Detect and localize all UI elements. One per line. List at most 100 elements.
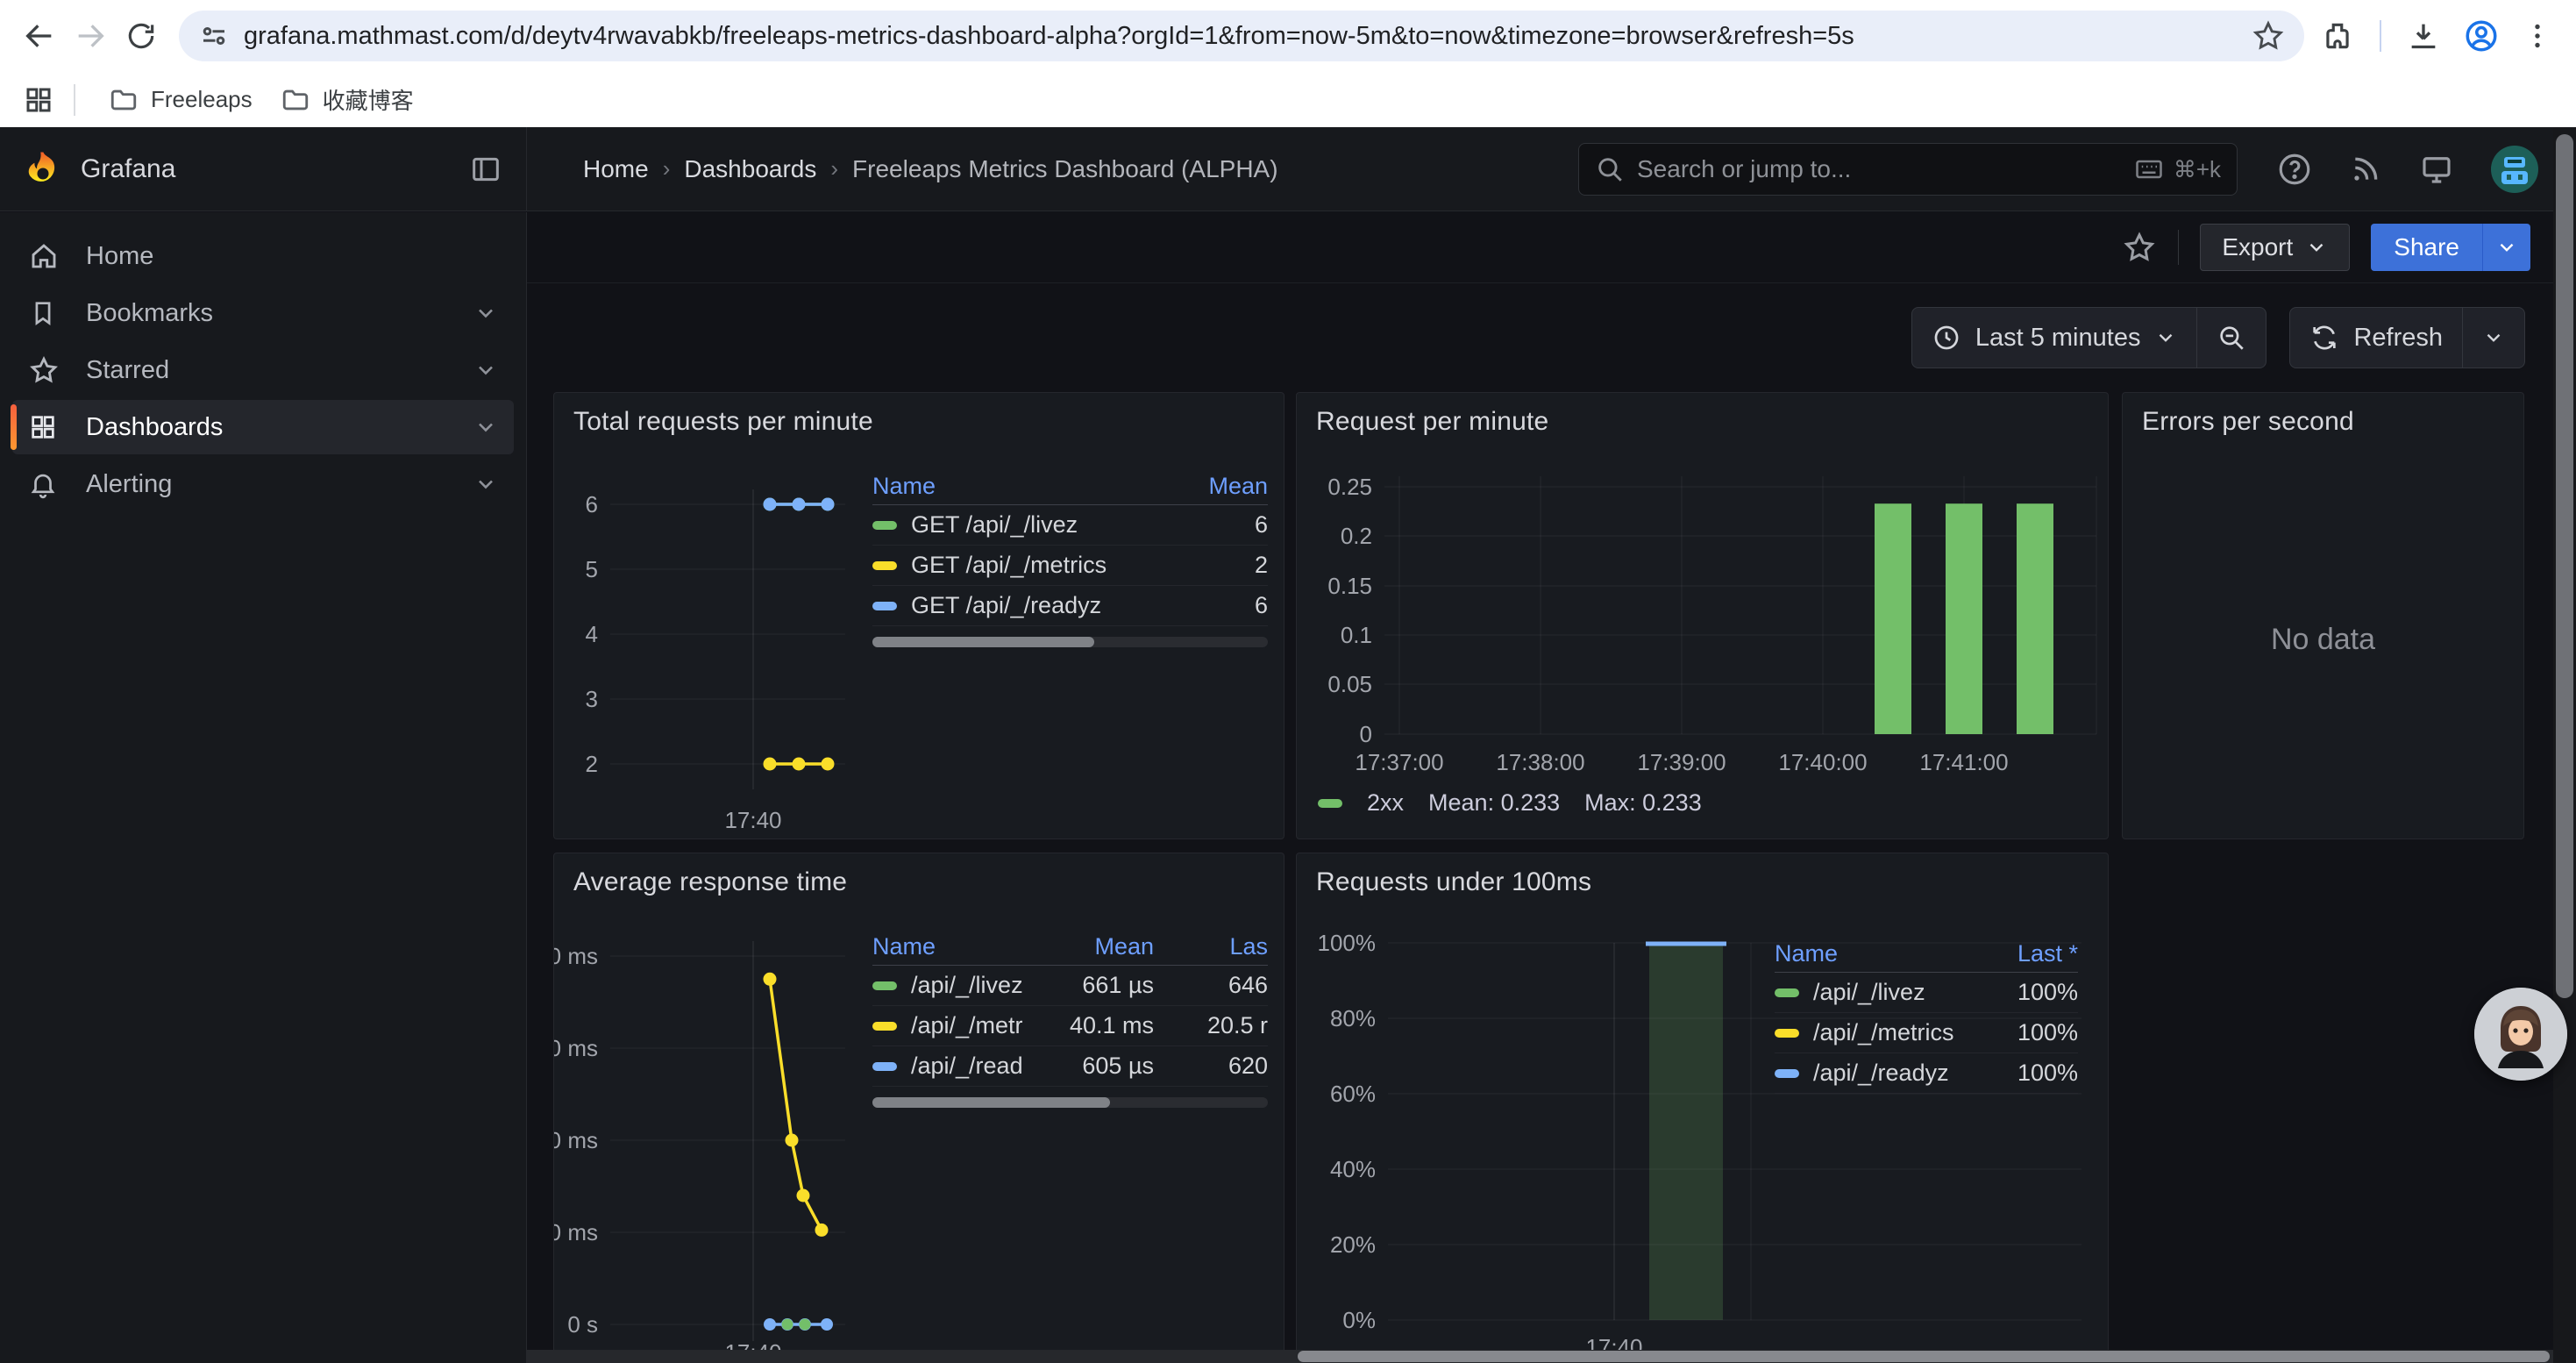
series-mean: Mean: 0.233	[1428, 789, 1560, 817]
legend-header-mean[interactable]: Mean	[1154, 473, 1268, 500]
url-text[interactable]: grafana.mathmast.com/d/deytv4rwavabkb/fr…	[244, 22, 2252, 51]
svg-text:4: 4	[586, 621, 598, 647]
refresh-interval-button[interactable]	[2462, 308, 2524, 368]
legend-row[interactable]: /api/_/livez 100%	[1775, 973, 2078, 1013]
star-icon	[28, 354, 86, 386]
legend-header-mean[interactable]: Mean	[1022, 933, 1154, 960]
series-last: 646	[1154, 972, 1268, 999]
browser-menu-icon[interactable]	[2518, 15, 2557, 57]
downloads-icon[interactable]	[2402, 15, 2444, 57]
legend-header-name[interactable]: Name	[872, 473, 1154, 500]
series-name[interactable]: GET /api/_/metrics	[911, 552, 1107, 579]
series-name[interactable]: GET /api/_/readyz	[911, 592, 1101, 619]
series-name[interactable]: /api/_/metrics	[911, 1012, 1022, 1039]
panel-errors-per-second[interactable]: Errors per second No data	[2122, 392, 2524, 839]
news-rss-icon[interactable]	[2348, 152, 2383, 187]
series-name[interactable]: 2xx	[1367, 789, 1404, 817]
series-name[interactable]: /api/_/livez	[1813, 979, 1925, 1006]
svg-text:17:40:00: 17:40:00	[1778, 749, 1867, 775]
panel-total-requests-per-minute[interactable]: Total requests per minute 6543217:40 Nam…	[553, 392, 1284, 839]
chevron-down-icon	[2305, 236, 2328, 259]
legend-row[interactable]: GET /api/_/metrics 2	[872, 546, 1268, 586]
floating-assistant-avatar[interactable]	[2474, 988, 2567, 1081]
zoom-out-button[interactable]	[2196, 308, 2266, 368]
scrollbar-thumb[interactable]	[872, 1097, 1110, 1108]
legend-row[interactable]: GET /api/_/readyz 6	[872, 586, 1268, 626]
series-name[interactable]: /api/_/readyz	[911, 1053, 1022, 1080]
legend-header-name[interactable]: Name	[872, 933, 1022, 960]
share-button[interactable]: Share	[2371, 224, 2482, 271]
legend-row[interactable]: /api/_/livez 661 µs 646	[872, 966, 1268, 1006]
series-name[interactable]: /api/_/livez	[911, 972, 1022, 999]
series-mean: 2	[1154, 552, 1268, 579]
legend-header-name[interactable]: Name	[1775, 940, 1964, 967]
scrollbar-thumb[interactable]	[872, 637, 1094, 647]
sidebar-item-dashboards[interactable]: Dashboards	[12, 400, 514, 454]
browser-reload-button[interactable]	[116, 11, 167, 61]
chart-legend: 2xx Mean: 0.233 Max: 0.233	[1318, 789, 1702, 817]
chevron-down-icon[interactable]	[473, 301, 498, 325]
help-icon[interactable]	[2276, 151, 2313, 188]
share-menu-button[interactable]	[2482, 224, 2530, 271]
series-name[interactable]: /api/_/readyz	[1813, 1060, 1949, 1087]
series-mean: 6	[1154, 592, 1268, 619]
svg-text:17:41:00: 17:41:00	[1919, 749, 2008, 775]
apps-grid-icon[interactable]	[23, 84, 54, 116]
legend-row[interactable]: /api/_/metrics 100%	[1775, 1013, 2078, 1053]
legend-row[interactable]: GET /api/_/livez 6	[872, 505, 1268, 546]
scrollbar-thumb[interactable]	[2556, 134, 2573, 998]
extensions-icon[interactable]	[2316, 15, 2359, 57]
series-name[interactable]: /api/_/metrics	[1813, 1019, 1954, 1046]
user-avatar[interactable]	[2490, 145, 2539, 194]
sidebar-item-bookmarks[interactable]: Bookmarks	[12, 286, 514, 340]
dashboard-actions-bar: Export Share	[527, 212, 2576, 283]
chevron-down-icon[interactable]	[473, 415, 498, 439]
bookmarks-divider	[74, 84, 75, 116]
refresh-button[interactable]: Refresh	[2290, 308, 2462, 368]
sidebar-item-label: Starred	[86, 356, 169, 385]
profile-avatar-icon[interactable]	[2460, 15, 2502, 57]
breadcrumb-home[interactable]: Home	[583, 155, 649, 183]
search-box[interactable]: ⌘+k	[1578, 143, 2238, 196]
page-horizontal-scrollbar[interactable]	[527, 1350, 2553, 1363]
panel-average-response-time[interactable]: Average response time 80 ms60 ms40 ms20 …	[553, 853, 1284, 1363]
bookmark-folder-blogs[interactable]: 收藏博客	[267, 76, 428, 123]
legend-header: Name Last *	[1775, 936, 2078, 973]
chevron-down-icon[interactable]	[473, 358, 498, 382]
legend-row[interactable]: /api/_/metrics 40.1 ms 20.5 r	[872, 1006, 1268, 1046]
panel-request-per-minute[interactable]: Request per minute 0.250.20.150.10.05017…	[1296, 392, 2109, 839]
sidebar-item-home[interactable]: Home	[12, 229, 514, 283]
grafana-logo-icon[interactable]	[23, 149, 63, 189]
browser-back-button[interactable]	[14, 11, 65, 61]
bookmark-folder-freeleaps[interactable]: Freeleaps	[95, 78, 267, 122]
page-vertical-scrollbar[interactable]	[2553, 127, 2576, 1363]
series-swatch	[872, 561, 897, 570]
legend-table: Name Mean GET /api/_/livez 6 GET /api/_/…	[872, 468, 1268, 647]
request-per-minute-chart: 0.250.20.150.10.05017:37:0017:38:0017:39…	[1297, 393, 2108, 838]
browser-forward-button[interactable]	[65, 11, 116, 61]
legend-row[interactable]: /api/_/readyz 100%	[1775, 1053, 2078, 1094]
time-range-picker[interactable]: Last 5 minutes	[1912, 308, 2197, 368]
monitor-icon[interactable]	[2418, 151, 2455, 188]
legend-header-last[interactable]: Las	[1154, 933, 1268, 960]
legend-scrollbar[interactable]	[872, 1097, 1268, 1108]
bookmark-star-icon[interactable]	[2252, 19, 2285, 53]
sidebar-item-starred[interactable]: Starred	[12, 343, 514, 397]
site-settings-icon[interactable]	[198, 20, 230, 52]
series-name[interactable]: GET /api/_/livez	[911, 511, 1078, 539]
breadcrumb-dashboards[interactable]: Dashboards	[684, 155, 816, 183]
favorite-star-icon[interactable]	[2122, 230, 2157, 265]
address-bar[interactable]: grafana.mathmast.com/d/deytv4rwavabkb/fr…	[179, 11, 2304, 61]
svg-text:0: 0	[1360, 721, 1372, 747]
search-input[interactable]	[1637, 155, 2133, 183]
scrollbar-thumb[interactable]	[1298, 1351, 2550, 1362]
panel-requests-under-100ms[interactable]: Requests under 100ms 100%80%60%40%20%0%1…	[1296, 853, 2109, 1363]
export-button[interactable]: Export	[2200, 224, 2350, 271]
svg-text:0%: 0%	[1342, 1307, 1376, 1333]
chevron-down-icon[interactable]	[473, 472, 498, 496]
legend-scrollbar[interactable]	[872, 637, 1268, 647]
dock-sidebar-icon[interactable]	[468, 152, 503, 187]
legend-row[interactable]: /api/_/readyz 605 µs 620	[872, 1046, 1268, 1087]
sidebar-item-alerting[interactable]: Alerting	[12, 457, 514, 511]
legend-header-last[interactable]: Last *	[1964, 940, 2078, 967]
